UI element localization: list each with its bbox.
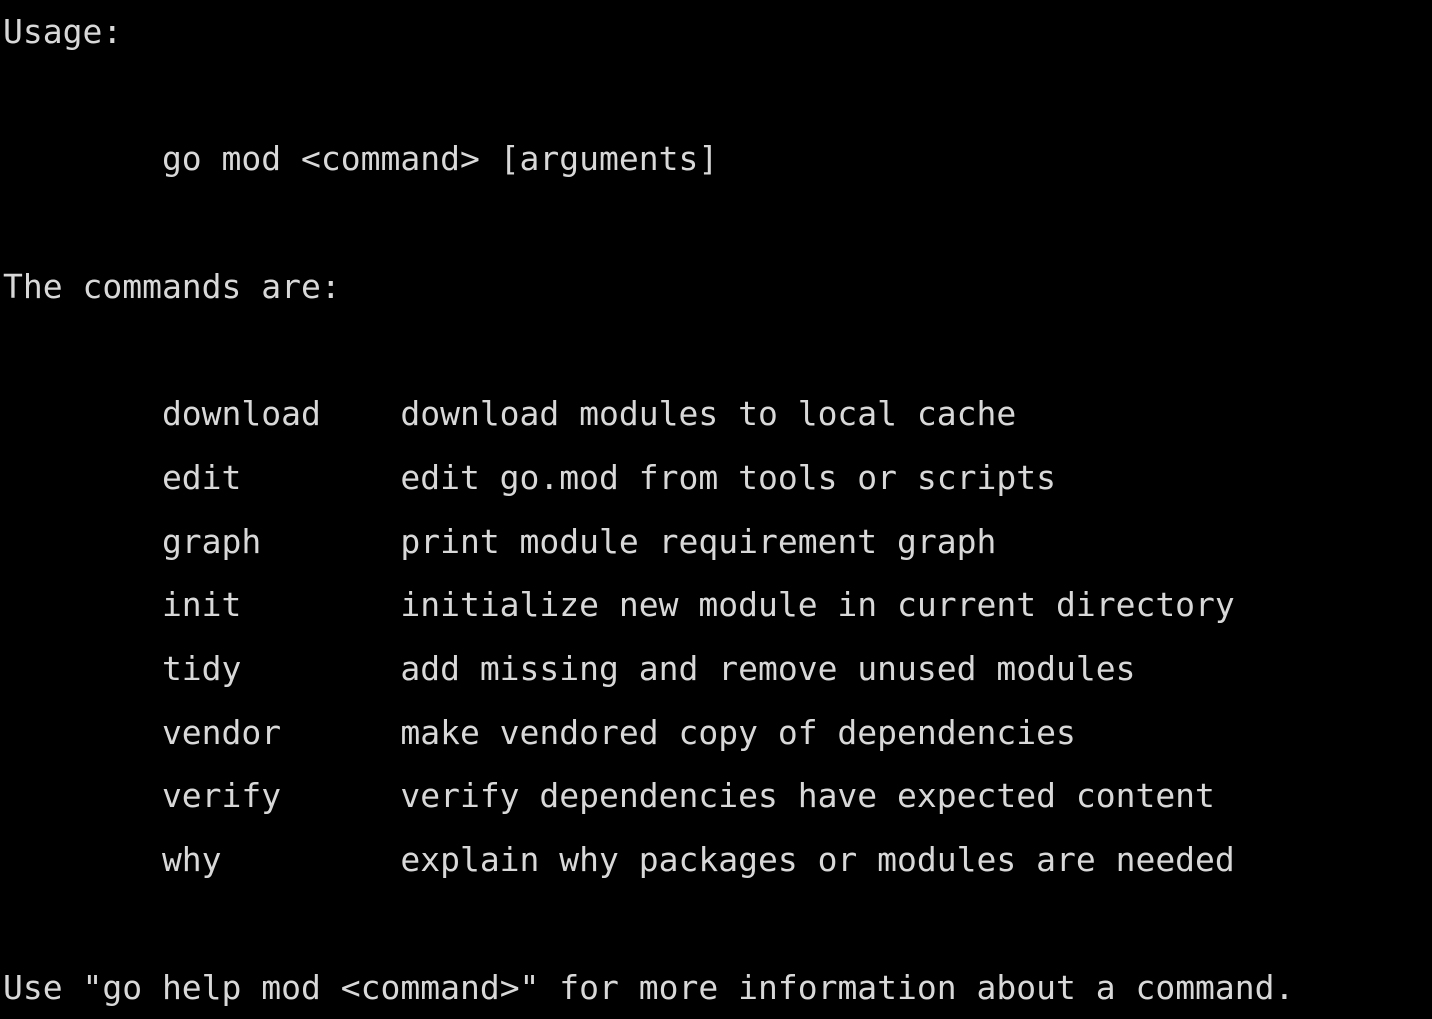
row-indent bbox=[3, 701, 162, 765]
command-description-graph: print module requirement graph bbox=[400, 522, 996, 561]
commands-heading: The commands are: bbox=[3, 255, 341, 319]
command-description-vendor: make vendored copy of dependencies bbox=[400, 713, 1076, 752]
row-indent bbox=[3, 637, 162, 701]
command-name-tidy: tidy bbox=[162, 637, 400, 701]
row-indent bbox=[3, 764, 162, 828]
terminal-output: Usage: go mod <command> [arguments] The … bbox=[0, 0, 1432, 1012]
command-name-edit: edit bbox=[162, 446, 400, 510]
row-indent bbox=[3, 573, 162, 637]
command-row-vendor: vendormake vendored copy of dependencies bbox=[3, 701, 1076, 765]
usage-command-text: go mod <command> [arguments] bbox=[162, 139, 718, 178]
command-name-verify: verify bbox=[162, 764, 400, 828]
command-name-vendor: vendor bbox=[162, 701, 400, 765]
command-name-graph: graph bbox=[162, 510, 400, 574]
command-row-graph: graphprint module requirement graph bbox=[3, 510, 996, 574]
command-description-init: initialize new module in current directo… bbox=[400, 585, 1234, 624]
command-row-download: downloaddownload modules to local cache bbox=[3, 382, 1016, 446]
command-row-verify: verifyverify dependencies have expected … bbox=[3, 764, 1215, 828]
command-description-edit: edit go.mod from tools or scripts bbox=[400, 458, 1056, 497]
usage-heading: Usage: bbox=[3, 0, 122, 64]
command-row-tidy: tidyadd missing and remove unused module… bbox=[3, 637, 1135, 701]
row-indent bbox=[3, 446, 162, 510]
command-description-tidy: add missing and remove unused modules bbox=[400, 649, 1135, 688]
row-indent bbox=[3, 382, 162, 446]
row-indent bbox=[3, 510, 162, 574]
command-description-download: download modules to local cache bbox=[400, 394, 1016, 433]
command-row-edit: editedit go.mod from tools or scripts bbox=[3, 446, 1056, 510]
usage-command-line: go mod <command> [arguments] bbox=[3, 127, 718, 191]
command-row-init: initinitialize new module in current dir… bbox=[3, 573, 1235, 637]
command-row-why: whyexplain why packages or modules are n… bbox=[3, 828, 1235, 892]
command-description-verify: verify dependencies have expected conten… bbox=[400, 776, 1215, 815]
command-name-why: why bbox=[162, 828, 400, 892]
command-name-init: init bbox=[162, 573, 400, 637]
command-name-download: download bbox=[162, 382, 400, 446]
footer-help-hint: Use "go help mod <command>" for more inf… bbox=[3, 956, 1294, 1019]
row-indent bbox=[3, 828, 162, 892]
command-description-why: explain why packages or modules are need… bbox=[400, 840, 1234, 879]
usage-indent bbox=[3, 127, 162, 191]
